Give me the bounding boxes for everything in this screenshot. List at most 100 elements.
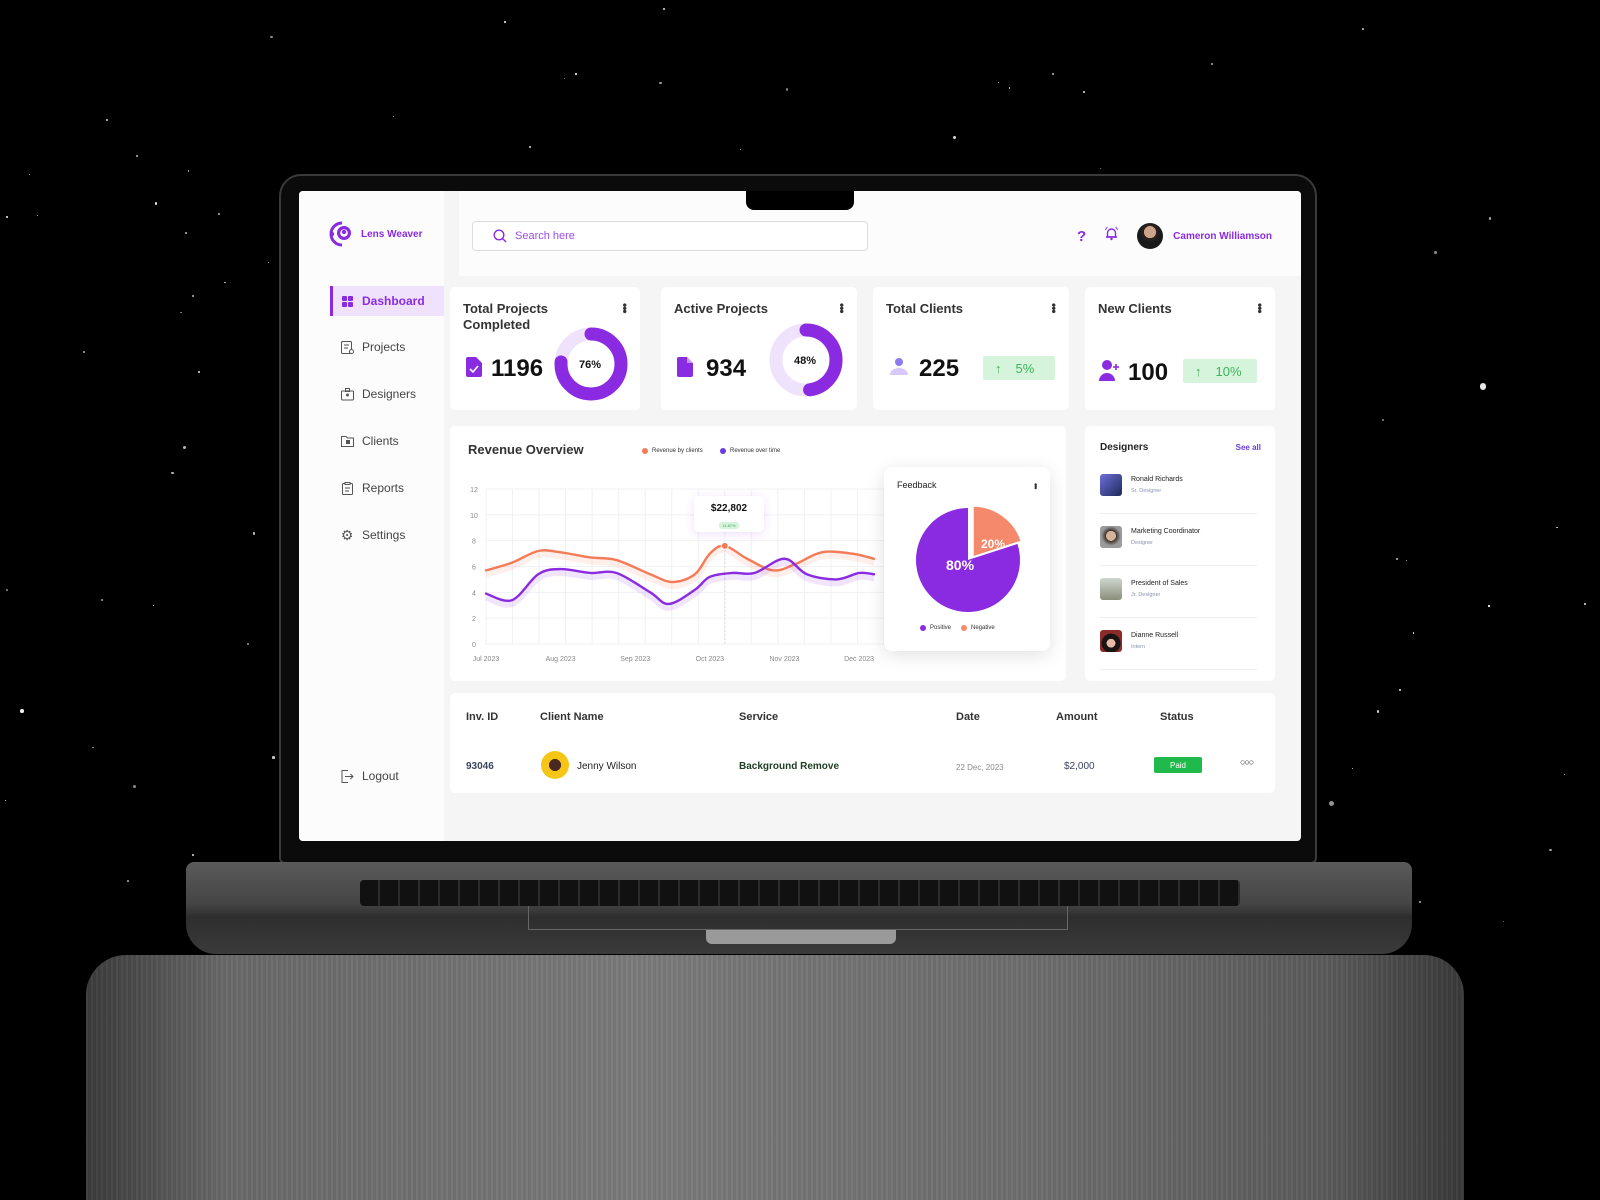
logo[interactable]: Lens Weaver <box>329 221 423 247</box>
more-options-icon[interactable]: ••• <box>835 303 849 313</box>
stat-card-active-projects: Active Projects ••• 934 48% <box>661 287 857 410</box>
service-name: Background Remove <box>739 761 840 772</box>
sidebar-item-settings[interactable]: ⚙ Settings <box>330 520 444 550</box>
star <box>92 746 94 749</box>
logout-button[interactable]: Logout <box>330 761 444 791</box>
column-header[interactable]: Date <box>956 711 980 723</box>
sidebar-item-label: Dashboard <box>362 294 425 308</box>
star <box>1418 900 1422 903</box>
sidebar-item-designers[interactable]: Designers <box>330 379 444 409</box>
more-options-icon[interactable]: ••• <box>1031 483 1040 488</box>
designer-role: Jr. Designer <box>1131 592 1161 598</box>
star <box>82 350 86 353</box>
document-icon <box>677 357 693 377</box>
invoices-table: Inv. ID Client Name Service Date Amount … <box>450 693 1275 793</box>
more-options-icon[interactable]: ••• <box>1047 303 1061 313</box>
x-tick-label: Sep 2023 <box>620 656 650 663</box>
user-menu[interactable]: Cameron Williamson <box>1137 223 1272 249</box>
clipboard-icon <box>340 481 354 495</box>
star <box>998 82 1000 84</box>
column-header[interactable]: Service <box>739 711 778 723</box>
trend-badge: ↑ 5% <box>983 356 1055 380</box>
gear-icon: ⚙ <box>340 526 354 543</box>
designer-role: Designer <box>1131 540 1154 546</box>
star <box>1395 558 1398 561</box>
dashboard-screen: Lens Weaver Dashboard Projects Designers… <box>299 191 1301 841</box>
designer-name: President of Sales <box>1131 580 1188 587</box>
search-input[interactable] <box>515 230 815 242</box>
star <box>191 295 195 298</box>
star <box>1099 168 1101 170</box>
star <box>1434 251 1437 254</box>
user-icon <box>890 358 908 375</box>
invoice-amount: $2,000 <box>1064 761 1095 772</box>
search-icon <box>493 229 507 243</box>
y-tick-label: 4 <box>472 590 476 597</box>
designer-name: Dianne Russell <box>1131 632 1179 639</box>
more-options-icon[interactable]: ••• <box>1253 303 1267 313</box>
header-actions: ? Cameron Williamson <box>1077 223 1272 249</box>
lens-logo-icon <box>329 221 351 247</box>
search-bar[interactable] <box>472 221 868 251</box>
x-tick-label: Jul 2023 <box>473 656 500 663</box>
star <box>1382 419 1385 422</box>
star <box>136 154 139 158</box>
designer-list-item[interactable]: Ronald Richards Sr. Designer <box>1100 462 1257 514</box>
column-header[interactable]: Client Name <box>540 711 604 723</box>
star <box>1549 848 1552 852</box>
star <box>1556 527 1558 529</box>
star <box>564 77 566 79</box>
client-name: Jenny Wilson <box>577 761 637 772</box>
user-plus-icon <box>1099 360 1119 381</box>
user-avatar <box>1137 223 1164 249</box>
feedback-title: Feedback <box>897 480 937 490</box>
arrow-up-icon: ↑ <box>995 360 1002 376</box>
trend-badge: ↑ 10% <box>1183 359 1257 383</box>
arrow-up-icon: ↑ <box>1195 363 1202 379</box>
invoice-id: 93046 <box>466 761 494 772</box>
star <box>1406 559 1408 562</box>
star <box>1563 773 1566 776</box>
designer-list-item[interactable]: Marketing Coordinator Designer <box>1100 514 1257 566</box>
sidebar-item-projects[interactable]: Projects <box>330 332 444 362</box>
sidebar-item-clients[interactable]: Clients <box>330 426 444 456</box>
laptop-opening-lip <box>706 930 896 944</box>
legend-item-positive: Positive <box>920 625 951 631</box>
star <box>1211 63 1214 66</box>
document-check-icon <box>466 357 482 377</box>
sidebar-item-dashboard[interactable]: Dashboard <box>330 286 444 316</box>
designer-role: Sr. Designer <box>1131 488 1162 494</box>
question-icon[interactable]: ? <box>1077 228 1086 245</box>
y-tick-label: 12 <box>470 487 478 494</box>
star <box>1398 689 1401 691</box>
column-header[interactable]: Status <box>1160 711 1194 723</box>
star <box>192 854 195 856</box>
column-header[interactable]: Inv. ID <box>466 711 498 723</box>
designers-title: Designers <box>1100 442 1149 453</box>
row-more-icon[interactable]: ○○○ <box>1240 757 1254 767</box>
star <box>1502 921 1504 923</box>
main-content: ? Cameron Williamson Total ProjectsCompl… <box>450 191 1301 841</box>
bell-icon[interactable] <box>1104 226 1119 246</box>
star <box>1352 767 1354 770</box>
card-title: Active Projects <box>674 301 768 316</box>
star <box>5 588 8 591</box>
more-options-icon[interactable]: ••• <box>618 303 632 313</box>
designer-name: Ronald Richards <box>1131 476 1183 483</box>
star <box>20 709 24 713</box>
star <box>132 784 136 788</box>
star <box>267 261 270 264</box>
app-name: Lens Weaver <box>361 228 423 240</box>
star <box>5 215 8 219</box>
see-all-link[interactable]: See all <box>1236 443 1261 452</box>
feedback-legend: Positive Negative <box>920 625 995 631</box>
star <box>663 8 666 10</box>
highlight-point[interactable] <box>720 541 729 550</box>
column-header[interactable]: Amount <box>1056 711 1098 723</box>
sidebar-item-reports[interactable]: Reports <box>330 473 444 503</box>
star <box>184 231 187 234</box>
designer-list-item[interactable]: President of Sales Jr. Designer <box>1100 566 1257 618</box>
sidebar: Lens Weaver Dashboard Projects Designers… <box>299 191 444 841</box>
designer-list-item[interactable]: Dianne Russell Intern <box>1100 618 1257 670</box>
id-badge-icon <box>340 387 354 401</box>
